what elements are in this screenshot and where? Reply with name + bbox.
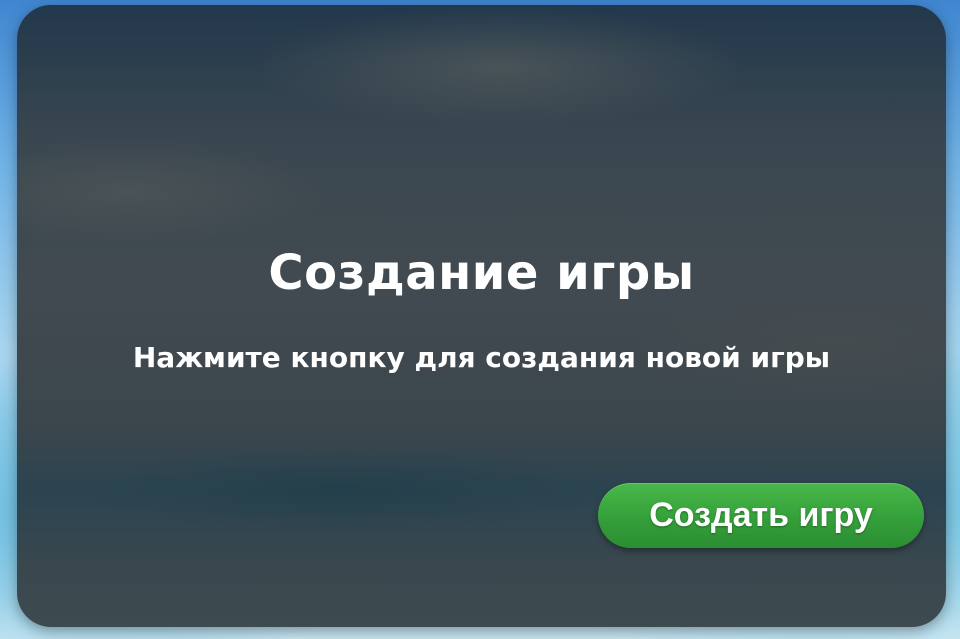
create-game-panel: Создание игры Нажмите кнопку для создани…: [17, 5, 946, 627]
create-game-button[interactable]: Создать игру: [598, 483, 924, 548]
page-title: Создание игры: [268, 245, 695, 301]
instruction-text: Нажмите кнопку для создания новой игры: [132, 341, 831, 374]
